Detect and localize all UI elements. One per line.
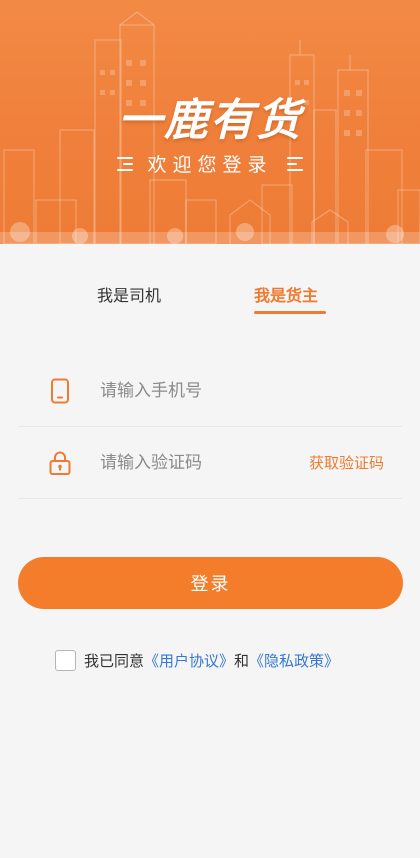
lock-icon <box>49 451 71 475</box>
privacy-policy-link[interactable]: 《隐私政策》 <box>249 650 339 671</box>
verification-code-row: 获取验证码 <box>18 428 402 499</box>
phone-icon <box>51 378 69 404</box>
decorative-lines-right <box>286 156 303 171</box>
decorative-lines-left <box>117 156 134 171</box>
welcome-row: 欢迎您登录 <box>0 150 420 177</box>
agreement-checkbox[interactable] <box>55 649 76 671</box>
login-button[interactable]: 登录 <box>18 557 403 609</box>
welcome-text: 欢迎您登录 <box>147 154 273 176</box>
user-agreement-link[interactable]: 《用户协议》 <box>144 650 234 671</box>
get-code-button[interactable]: 获取验证码 <box>309 452 384 473</box>
verification-code-input[interactable] <box>100 450 300 476</box>
brand-title: 一鹿有货 <box>118 95 302 146</box>
phone-input[interactable] <box>100 378 300 404</box>
header-banner: 一鹿有货 欢迎您登录 <box>0 0 420 244</box>
agreement-and: 和 <box>234 651 250 670</box>
role-tabs: 我是司机 我是货主 <box>0 270 420 320</box>
active-tab-indicator <box>254 311 326 314</box>
tab-shipper[interactable]: 我是货主 <box>254 282 318 306</box>
agreement-row: 我已同意 《用户协议》 和 《隐私政策》 <box>55 648 339 672</box>
agreement-prefix: 我已同意 <box>84 651 145 670</box>
tab-driver[interactable]: 我是司机 <box>97 282 161 306</box>
phone-row <box>18 356 402 427</box>
